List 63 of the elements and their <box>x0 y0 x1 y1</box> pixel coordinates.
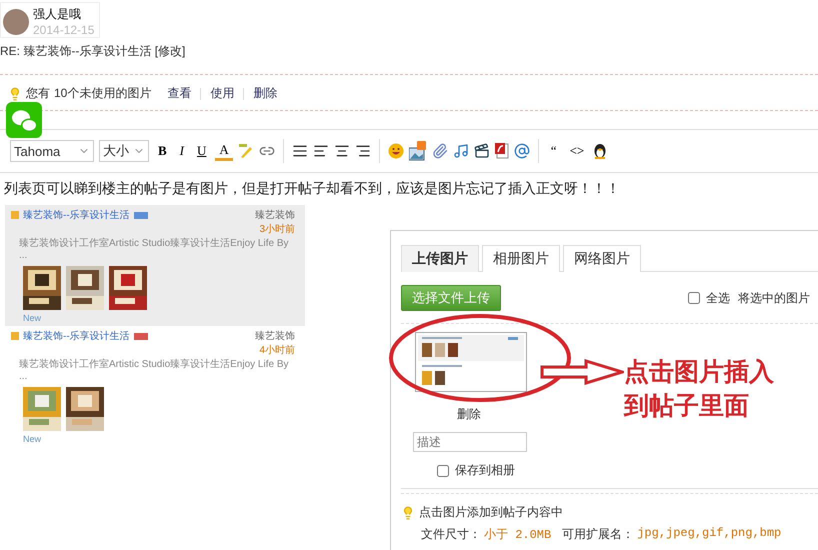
align-center-icon[interactable] <box>334 143 350 159</box>
justify-align-icon[interactable] <box>292 143 308 159</box>
annotation-text: 点击图片插入 <box>624 357 774 388</box>
unused-images-count: 10个未使用的图片 <box>54 85 152 102</box>
select-all-checkbox[interactable] <box>688 292 700 304</box>
avatar <box>3 8 29 34</box>
list-item-title: 臻艺装饰--乐享设计生活 <box>23 208 130 222</box>
list-item-summary: 臻艺装饰设计工作室Artistic Studio臻享设计生活Enjoy Life By ... <box>19 238 289 262</box>
delete-link[interactable]: 删除 <box>457 406 481 423</box>
dialog-tab[interactable]: 上传图片 <box>401 245 479 272</box>
list-item-summary: 臻艺装饰设计工作室Artistic Studio臻享设计生活Enjoy Life By ... <box>19 359 289 383</box>
notice-action-link[interactable]: 删除 <box>253 85 278 102</box>
lightbulb-icon <box>401 506 415 520</box>
align-left-icon[interactable] <box>312 143 329 159</box>
music-note-icon[interactable] <box>452 143 469 159</box>
flash-file-icon[interactable] <box>494 143 509 159</box>
tip-text: 点击图片添加到帖子内容中 <box>419 504 563 521</box>
code-button[interactable]: <> <box>566 143 588 159</box>
post-body-text: 列表页可以睇到楼主的帖子是有图片，但是打开帖子却看不到，应该是图片忘记了插入正文呀！！！ <box>3 179 621 198</box>
batch-action-text: 将选中的图片 <box>738 290 810 306</box>
align-right-icon[interactable] <box>354 143 371 159</box>
extensions-value: jpg,jpeg,gif,png,bmp <box>637 526 782 542</box>
post-date: 2014-12-15 <box>33 23 94 37</box>
folder-icon <box>11 211 19 219</box>
font-select[interactable]: Tahoma <box>10 140 94 162</box>
list-item-author: 臻艺装饰 <box>255 330 295 343</box>
dialog-tab[interactable]: 相册图片 <box>482 245 560 272</box>
chat-app-icon <box>6 102 42 138</box>
lightbulb-icon <box>8 86 22 100</box>
paperclip-icon[interactable] <box>432 143 448 159</box>
italic-button[interactable]: I <box>176 143 188 159</box>
notice-action-link[interactable]: 查看 <box>167 85 192 102</box>
notice-text: 您有 <box>26 85 50 102</box>
folder-icon <box>11 332 19 340</box>
bold-button[interactable]: B <box>154 143 171 159</box>
smiley-icon[interactable] <box>388 143 404 159</box>
quote-button[interactable]: “ <box>546 143 561 159</box>
annotation-text: 到帖子里面 <box>624 391 749 422</box>
new-label: New <box>23 313 42 323</box>
file-size-label: 文件尺寸： <box>421 526 481 543</box>
description-field[interactable]: 描述 <box>413 432 527 452</box>
file-size-value: 小于 2.0MB <box>484 527 552 543</box>
list-item-title: 臻艺装饰--乐享设计生活 <box>23 330 130 343</box>
save-to-album-label: 保存到相册 <box>455 462 515 479</box>
author-name: 强人是哦 <box>33 6 82 23</box>
clapperboard-icon[interactable] <box>474 143 490 159</box>
image-icon[interactable] <box>408 141 427 161</box>
post-title: RE: 臻艺装饰--乐享设计生活 <box>0 44 152 58</box>
underline-button[interactable]: U <box>193 143 210 159</box>
new-label: New <box>23 434 42 444</box>
dialog-tab[interactable]: 网络图片 <box>563 245 641 272</box>
list-item-time: 4小时前 <box>258 344 295 357</box>
font-size-select[interactable]: 大小 <box>99 140 149 162</box>
list-item-author: 臻艺装饰 <box>255 208 295 222</box>
notice-action-link[interactable]: 使用 <box>210 85 234 102</box>
select-all-label: 全选 <box>706 290 730 306</box>
at-sign-icon[interactable] <box>514 143 530 159</box>
edit-link[interactable]: [修改] <box>154 44 186 58</box>
save-to-album-checkbox[interactable] <box>437 464 449 476</box>
list-item-time: 3小时前 <box>258 222 295 236</box>
font-color-button[interactable]: A <box>215 142 233 160</box>
extensions-label: 可用扩展名： <box>562 526 634 543</box>
penguin-icon[interactable] <box>593 143 608 159</box>
